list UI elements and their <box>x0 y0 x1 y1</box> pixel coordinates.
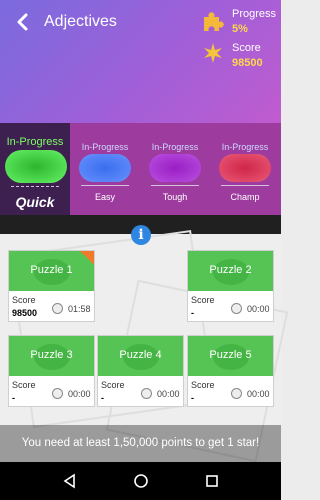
mode-toggle-quick[interactable] <box>5 150 67 183</box>
mode-status: In-Progress <box>151 142 199 152</box>
puzzle-title: Puzzle 3 <box>30 349 73 361</box>
clock-icon <box>231 388 242 399</box>
recents-square-icon[interactable] <box>204 473 220 489</box>
difficulty-mode-strip: In-Progress Quick In-Progress Easy In-Pr… <box>0 123 281 215</box>
puzzle-score-label: Score <box>101 380 125 390</box>
score-label: Score <box>232 42 261 54</box>
clock-icon <box>231 303 242 314</box>
puzzle-title: Puzzle 4 <box>119 349 162 361</box>
puzzle-card-4[interactable]: Puzzle 4 Score - 00:00 <box>97 335 184 407</box>
puzzle-time: 00:00 <box>68 389 91 399</box>
mode-status: In-Progress <box>81 142 129 152</box>
mode-status: In-Progress <box>221 142 269 152</box>
puzzle-card-3[interactable]: Puzzle 3 Score - 00:00 <box>8 335 95 407</box>
puzzle-score: 98500 <box>12 308 38 318</box>
back-arrow-icon[interactable] <box>14 12 32 32</box>
mode-status: In-Progress <box>6 136 64 148</box>
puzzle-score: - <box>191 393 194 403</box>
puzzle-time: 00:00 <box>247 304 270 314</box>
star-burst-icon <box>202 42 222 63</box>
puzzle-card-5[interactable]: Puzzle 5 Score - 00:00 <box>187 335 274 407</box>
top-header: Adjectives Progress 5% Score 98500 <box>0 0 281 123</box>
mode-name: Champ <box>230 192 260 202</box>
puzzle-title: Puzzle 5 <box>209 349 252 361</box>
puzzle-score: - <box>12 393 15 403</box>
clock-icon <box>52 303 63 314</box>
puzzle-title: Puzzle 1 <box>30 264 73 276</box>
page-title: Adjectives <box>44 13 117 30</box>
mode-name: Quick <box>15 194 55 210</box>
puzzle-score-label: Score <box>191 380 215 390</box>
mode-toggle-easy[interactable] <box>79 154 131 182</box>
back-triangle-icon[interactable] <box>62 473 78 489</box>
system-navigation-bar <box>0 462 281 500</box>
puzzle-score: - <box>101 393 104 403</box>
puzzle-time: 00:00 <box>247 389 270 399</box>
puzzle-card-2[interactable]: Puzzle 2 Score - 00:00 <box>187 250 274 322</box>
mode-divider-line <box>151 185 199 186</box>
progress-value: 5% <box>232 23 248 35</box>
info-icon[interactable]: i <box>131 225 151 245</box>
mode-toggle-tough[interactable] <box>149 154 201 182</box>
mode-divider-line <box>81 185 129 186</box>
mode-quick[interactable]: In-Progress Quick <box>0 123 70 215</box>
puzzle-time: 01:58 <box>68 304 91 314</box>
mode-tough[interactable]: In-Progress Tough <box>140 123 210 215</box>
puzzle-title: Puzzle 2 <box>209 264 252 276</box>
mode-divider-line <box>11 186 59 187</box>
puzzle-score-label: Score <box>12 380 36 390</box>
score-value: 98500 <box>232 57 263 69</box>
mode-easy[interactable]: In-Progress Easy <box>70 123 140 215</box>
puzzle-score: - <box>191 308 194 318</box>
puzzle-time: 00:00 <box>157 389 180 399</box>
mode-name: Tough <box>162 192 188 202</box>
puzzle-score-label: Score <box>191 295 215 305</box>
puzzle-card-1[interactable]: Puzzle 1 Score 98500 01:58 <box>8 250 95 322</box>
home-circle-icon[interactable] <box>133 473 149 489</box>
mode-name: Easy <box>94 192 115 202</box>
star-requirement-message: You need at least 1,50,000 points to get… <box>0 425 281 462</box>
puzzle-score-label: Score <box>12 295 36 305</box>
mode-champ[interactable]: In-Progress Champ <box>210 123 280 215</box>
new-ribbon-icon <box>80 251 94 265</box>
puzzle-piece-icon <box>202 11 224 32</box>
mode-divider-line <box>221 185 269 186</box>
mode-toggle-champ[interactable] <box>219 154 271 182</box>
progress-label: Progress <box>232 8 277 20</box>
clock-icon <box>141 388 152 399</box>
clock-icon <box>52 388 63 399</box>
